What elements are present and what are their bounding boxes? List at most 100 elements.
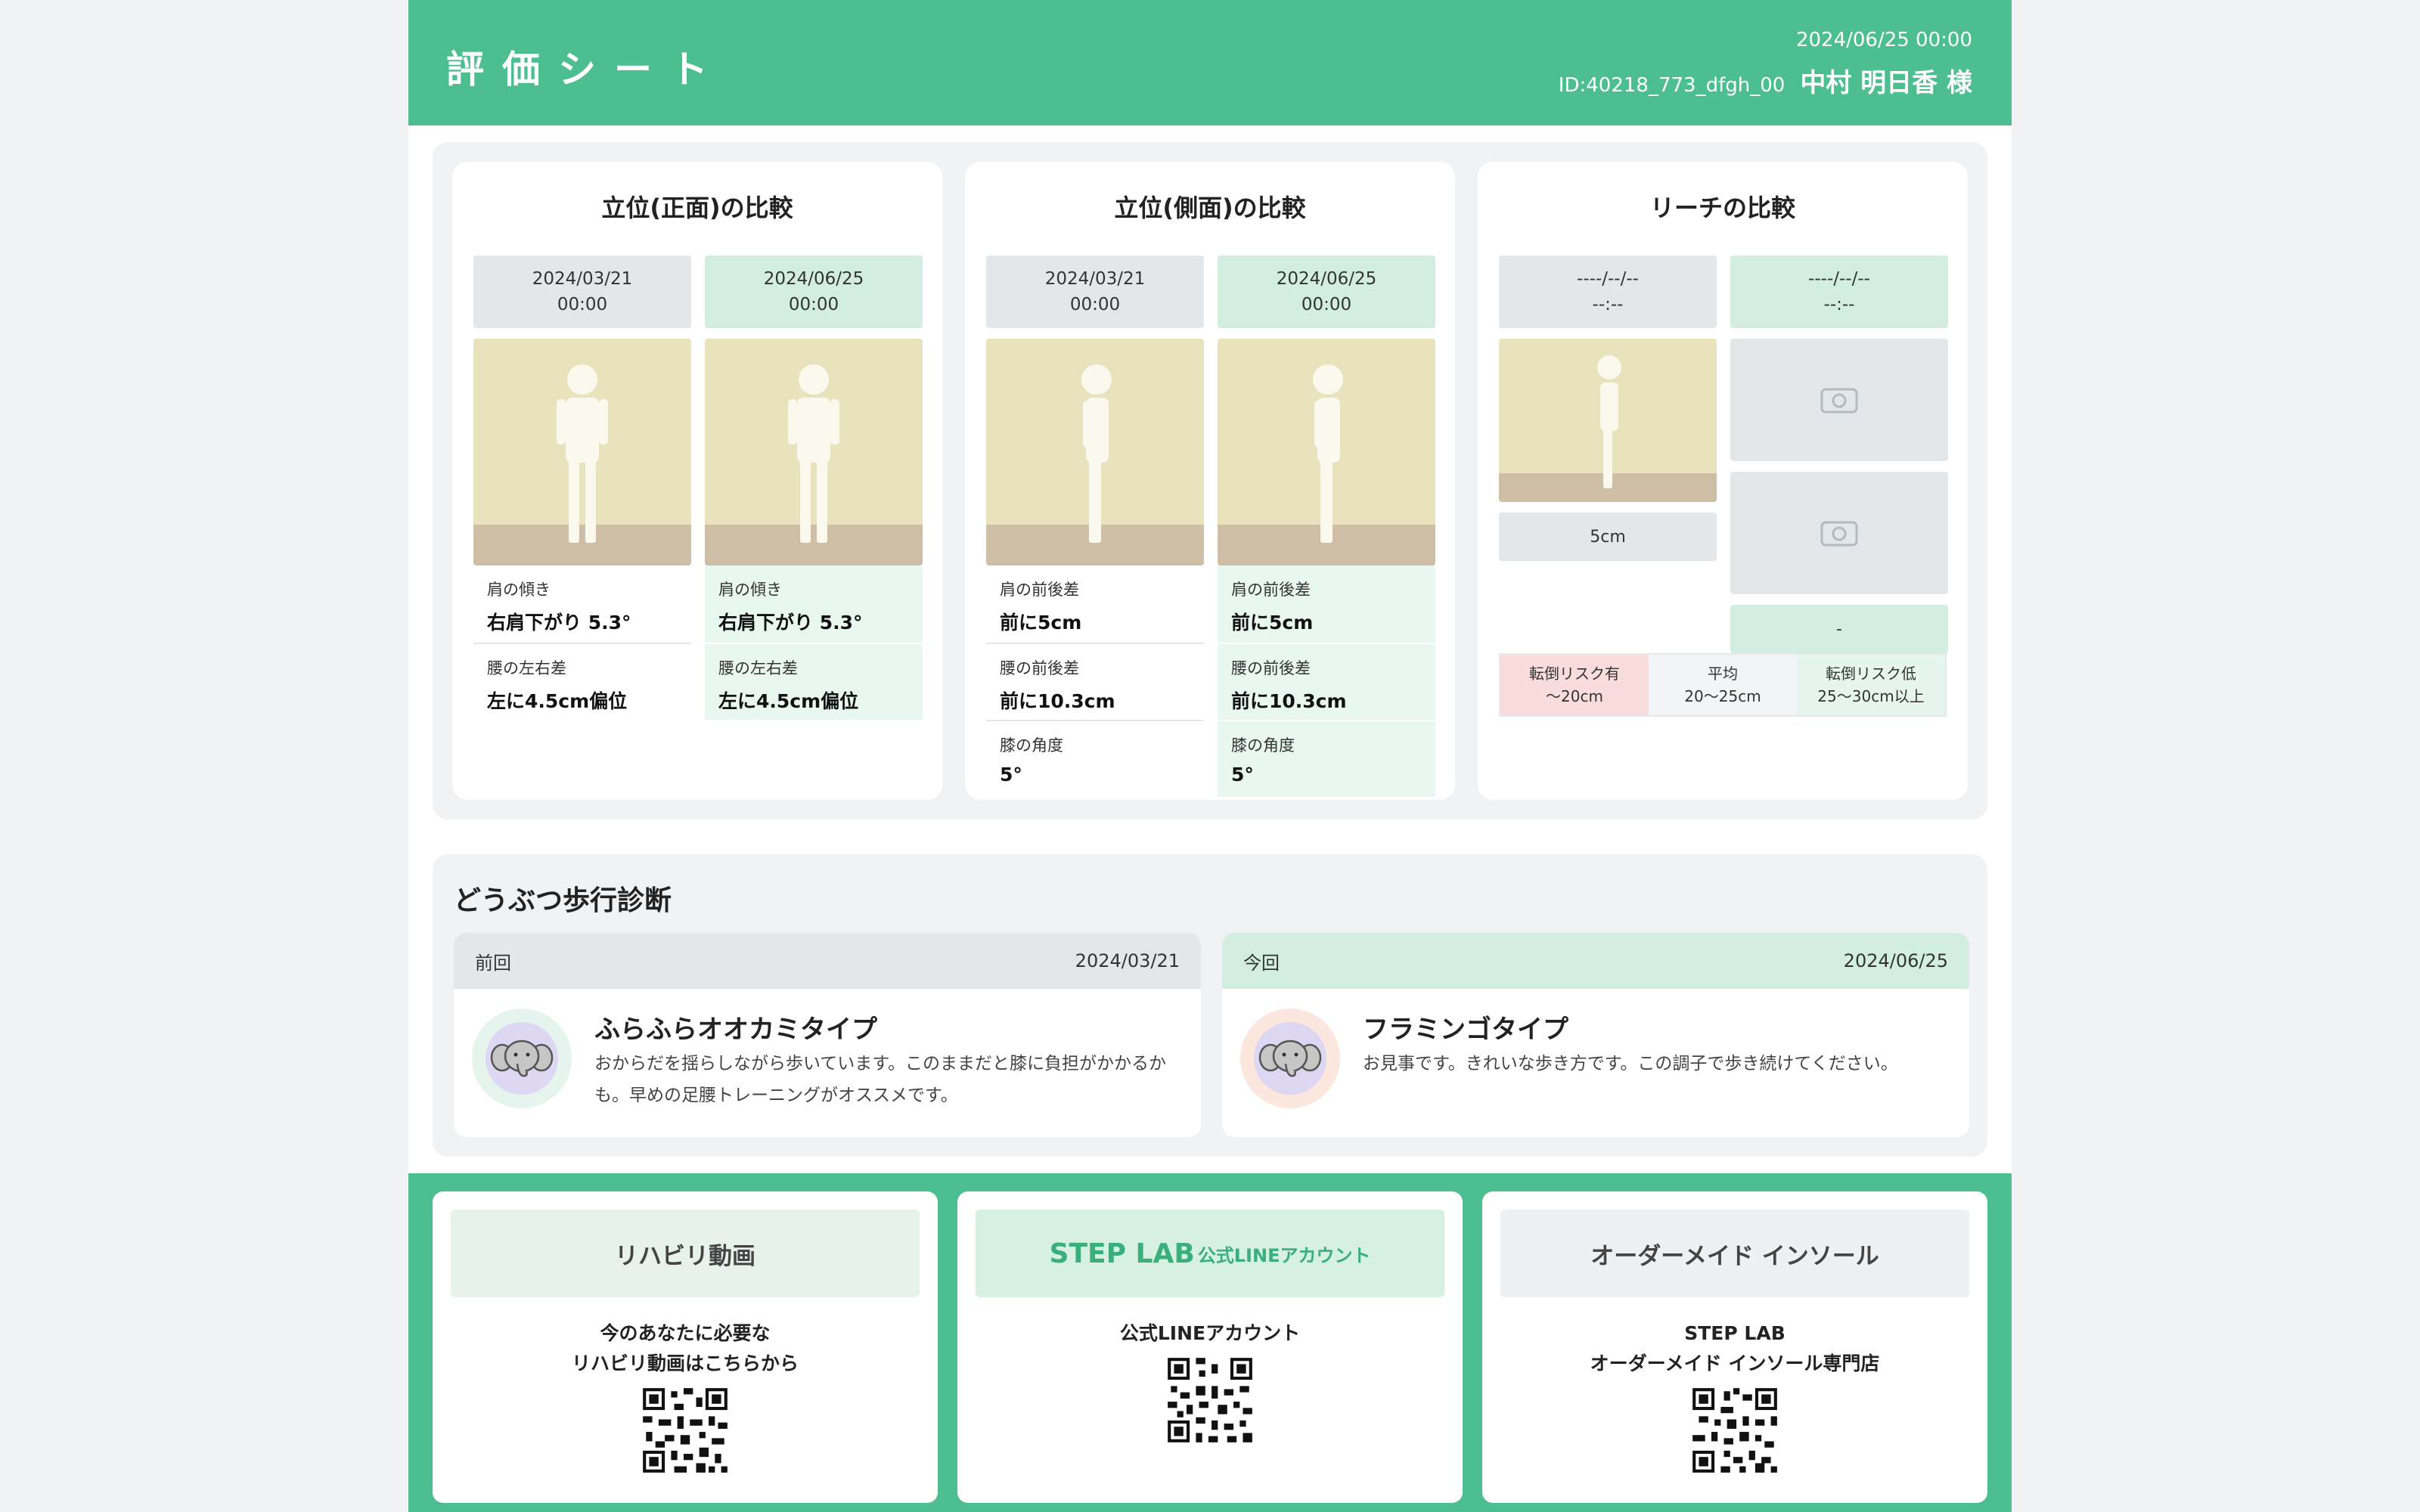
metric-label: 腰の前後差 bbox=[1000, 659, 1079, 677]
date-text: 2024/06/25 bbox=[763, 269, 864, 289]
record-id: ID:40218_773_dfgh_00 bbox=[1558, 74, 1786, 97]
insole-desc-line: STEP LAB bbox=[1684, 1322, 1786, 1344]
walk-cur-card: 今回 2024/06/25 フラミンゴタイプ お見事です。きれいな歩き方です。こ… bbox=[1222, 933, 1969, 1137]
animal-type-name: フラミンゴタイプ bbox=[1363, 1015, 1568, 1045]
time-text: 00:00 bbox=[557, 295, 608, 314]
side-prev-date: 2024/03/21 00:00 bbox=[986, 256, 1204, 328]
rehab-video-card: リハビリ動画 今のあなたに必要な リハビリ動画はこちらから bbox=[433, 1191, 938, 1503]
qr-code-icon[interactable] bbox=[1689, 1385, 1780, 1476]
side-prev-photo[interactable] bbox=[986, 339, 1204, 565]
metric-item: 肩の傾き 右肩下がり 5.3° bbox=[705, 565, 923, 643]
side-person-figure bbox=[1081, 364, 1112, 543]
elephant-icon bbox=[490, 1040, 554, 1077]
reach-prev-photo[interactable] bbox=[1499, 339, 1717, 502]
metric-label: 肩の傾き bbox=[718, 581, 782, 599]
front-prev-column: 2024/03/21 00:00 肩の傾き 右肩下がり 5.3° 腰の左右差 左… bbox=[473, 256, 691, 720]
metric-item: 膝の角度 5° bbox=[1218, 720, 1435, 797]
header-id-line: ID:40218_773_dfgh_00 中村 明日香 様 bbox=[1559, 62, 1972, 99]
comparison-section: 立位(正面)の比較 2024/03/21 00:00 肩の傾き 右肩下がり 5.… bbox=[433, 142, 1987, 820]
reach-cur-column: ----/--/-- --:-- - bbox=[1730, 256, 1948, 653]
line-desc-line: 公式LINEアカウント bbox=[1119, 1322, 1301, 1344]
insole-button[interactable]: オーダーメイド インソール bbox=[1500, 1210, 1969, 1297]
rehab-desc-line: リハビリ動画はこちらから bbox=[571, 1352, 799, 1374]
reach-cur-photo-placeholder[interactable] bbox=[1730, 339, 1948, 461]
reach-cur-value: - bbox=[1730, 605, 1948, 653]
metric-label: 腰の左右差 bbox=[487, 659, 566, 677]
time-text: --:-- bbox=[1592, 295, 1624, 314]
camera-icon bbox=[1820, 388, 1858, 414]
reach-prev-column: ----/--/-- --:-- 5cm bbox=[1499, 256, 1717, 561]
legend-label: 平均 bbox=[1708, 665, 1738, 683]
reach-prev-value: 5cm bbox=[1499, 513, 1717, 561]
walk-prev-card: 前回 2024/03/21 ふらふらオオカミタイプ おからだを揺らしながら歩いて… bbox=[454, 933, 1201, 1137]
elephant-icon bbox=[1258, 1040, 1322, 1077]
rehab-desc-line: 今のあなたに必要な bbox=[600, 1322, 771, 1344]
insole-description: STEP LAB オーダーメイド インソール専門店 bbox=[1482, 1318, 1987, 1379]
metric-item: 膝の角度 5° bbox=[986, 720, 1204, 797]
walking-section-title: どうぶつ歩行診断 bbox=[454, 885, 672, 916]
side-cur-photo[interactable] bbox=[1218, 339, 1435, 565]
legend-range: 〜20cm bbox=[1546, 687, 1603, 705]
line-account-button[interactable]: STEP LAB 公式LINEアカウント bbox=[976, 1210, 1444, 1297]
metric-value: 左に4.5cm偏位 bbox=[718, 690, 859, 712]
legend-label: 転倒リスク有 bbox=[1529, 665, 1620, 683]
header: 評価シート 2024/06/25 00:00 ID:40218_773_dfgh… bbox=[408, 0, 2012, 125]
metric-label: 膝の角度 bbox=[1231, 736, 1295, 754]
date-text: ----/--/-- bbox=[1808, 269, 1870, 289]
date-text: 2024/03/21 bbox=[1044, 269, 1146, 289]
footer: リハビリ動画 今のあなたに必要な リハビリ動画はこちらから STEP LAB 公… bbox=[408, 1173, 2012, 1512]
walking-diagnosis-section: どうぶつ歩行診断 前回 2024/03/21 ふらふらオオカミタイプ おからだを… bbox=[433, 854, 1987, 1157]
front-card-title: 立位(正面)の比較 bbox=[601, 194, 793, 222]
animal-avatar bbox=[1240, 1009, 1340, 1108]
front-cur-date: 2024/06/25 00:00 bbox=[705, 256, 923, 328]
metric-value: 前に5cm bbox=[1231, 612, 1314, 634]
walk-cur-date: 2024/06/25 bbox=[1843, 950, 1948, 971]
metric-item: 肩の傾き 右肩下がり 5.3° bbox=[473, 565, 691, 643]
animal-avatar bbox=[472, 1009, 572, 1108]
side-cur-metrics: 肩の前後差 前に5cm 腰の前後差 前に10.3cm 膝の角度 5° bbox=[1218, 565, 1435, 797]
side-cur-column: 2024/06/25 00:00 肩の前後差 前に5cm 腰の前後差 前に10.… bbox=[1218, 256, 1435, 797]
metric-value: 5° bbox=[1000, 764, 1022, 785]
front-prev-photo[interactable] bbox=[473, 339, 691, 565]
front-cur-metrics: 肩の傾き 右肩下がり 5.3° 腰の左右差 左に4.5cm偏位 bbox=[705, 565, 923, 720]
side-cur-date: 2024/06/25 00:00 bbox=[1218, 256, 1435, 328]
metric-label: 腰の左右差 bbox=[718, 659, 798, 677]
metric-item: 腰の前後差 前に10.3cm bbox=[986, 643, 1204, 720]
rehab-video-button[interactable]: リハビリ動画 bbox=[451, 1210, 920, 1297]
legend-range: 20〜25cm bbox=[1684, 687, 1761, 705]
front-person-figure bbox=[788, 364, 839, 543]
rehab-description: 今のあなたに必要な リハビリ動画はこちらから bbox=[433, 1318, 938, 1379]
walk-cur-bar: 今回 2024/06/25 bbox=[1222, 933, 1969, 989]
qr-code-icon[interactable] bbox=[640, 1385, 731, 1476]
header-datetime: 2024/06/25 00:00 bbox=[1795, 29, 1972, 51]
reach-cur-date: ----/--/-- --:-- bbox=[1730, 256, 1948, 328]
side-prev-metrics: 肩の前後差 前に5cm 腰の前後差 前に10.3cm 膝の角度 5° bbox=[986, 565, 1204, 797]
front-prev-date: 2024/03/21 00:00 bbox=[473, 256, 691, 328]
insole-desc-line: オーダーメイド インソール専門店 bbox=[1590, 1352, 1880, 1374]
reach-legend: 転倒リスク有 〜20cm 平均 20〜25cm 転倒リスク低 25〜30cm以上 bbox=[1499, 653, 1947, 717]
front-cur-photo[interactable] bbox=[705, 339, 923, 565]
metric-item: 腰の前後差 前に10.3cm bbox=[1218, 643, 1435, 720]
walk-prev-date: 2024/03/21 bbox=[1075, 950, 1180, 971]
side-person-figure bbox=[1313, 364, 1343, 543]
metric-value: 右肩下がり 5.3° bbox=[487, 612, 631, 634]
date-text: 2024/06/25 bbox=[1276, 269, 1377, 289]
qr-code-icon[interactable] bbox=[1165, 1355, 1255, 1445]
metric-value: 右肩下がり 5.3° bbox=[718, 612, 863, 634]
walk-cur-label: 今回 bbox=[1243, 952, 1280, 974]
metric-value: 左に4.5cm偏位 bbox=[487, 690, 628, 712]
metric-label: 肩の前後差 bbox=[1231, 581, 1311, 599]
metric-item: 肩の前後差 前に5cm bbox=[986, 565, 1204, 643]
reach-cur-photo-placeholder-2[interactable] bbox=[1730, 472, 1948, 594]
evaluation-sheet: 評価シート 2024/06/25 00:00 ID:40218_773_dfgh… bbox=[408, 0, 2012, 1512]
metric-label: 膝の角度 bbox=[1000, 736, 1063, 754]
reach-card-title: リーチの比較 bbox=[1649, 194, 1795, 222]
metric-value: 5° bbox=[1231, 764, 1254, 785]
legend-average: 平均 20〜25cm bbox=[1649, 655, 1797, 715]
reach-comparison-card: リーチの比較 ----/--/-- --:-- 5cm ----/--/-- -… bbox=[1478, 162, 1968, 800]
animal-type-description: おからだを揺らしながら歩いています。このままだと膝に負担がかかるかも。早めの足腰… bbox=[594, 1054, 1167, 1105]
camera-icon bbox=[1820, 521, 1858, 547]
front-comparison-card: 立位(正面)の比較 2024/03/21 00:00 肩の傾き 右肩下がり 5.… bbox=[452, 162, 942, 800]
page-title: 評価シート bbox=[446, 48, 726, 91]
animal-avatar-inner bbox=[1254, 1022, 1326, 1095]
